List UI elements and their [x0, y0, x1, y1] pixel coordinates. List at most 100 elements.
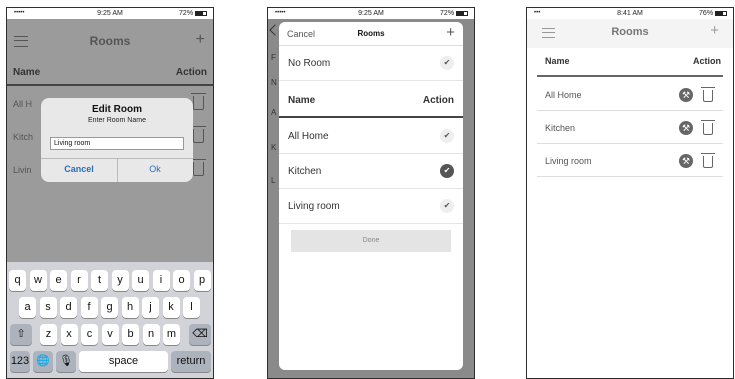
background-text: A — [271, 108, 277, 117]
key-d[interactable]: d — [60, 297, 77, 318]
battery-icon — [456, 10, 468, 16]
key-k[interactable]: k — [162, 297, 180, 318]
column-name: Name — [13, 67, 41, 78]
key-p[interactable]: p — [193, 270, 211, 291]
key-j[interactable]: j — [142, 297, 159, 318]
return-key[interactable]: return — [171, 351, 211, 372]
key-r[interactable]: r — [70, 270, 88, 291]
key-i[interactable]: i — [152, 270, 170, 291]
wrench-icon[interactable]: ⚒ — [679, 121, 693, 135]
item-label: Kitchen — [545, 123, 576, 133]
table-header: Name Action — [537, 48, 723, 77]
list-item[interactable]: Kitchen ✔ — [279, 154, 463, 189]
shift-key[interactable]: ⇧ — [10, 324, 32, 345]
key-s[interactable]: s — [39, 297, 57, 318]
keyboard: q w e r t y u i o p a s d f g h j k l ⇧ z x c v b n m ⌫ 123 🌐 🎙 space re… — [7, 262, 213, 378]
battery-icon — [195, 10, 207, 16]
item-label: All Home — [545, 90, 582, 100]
page-title: Rooms — [89, 34, 131, 48]
check-icon: ✔ — [440, 56, 454, 70]
key-f[interactable]: f — [80, 297, 98, 318]
trash-icon[interactable] — [701, 87, 715, 102]
wrench-icon[interactable]: ⚒ — [679, 88, 693, 102]
item-label: Living room — [288, 201, 340, 212]
status-bar: ••••• 9:25 AM 72% — [7, 8, 213, 19]
key-q[interactable]: q — [9, 270, 26, 291]
battery-indicator: 76% — [699, 10, 727, 17]
key-n[interactable]: n — [142, 324, 160, 345]
trash-icon[interactable] — [701, 153, 715, 168]
key-v[interactable]: v — [101, 324, 119, 345]
key-x[interactable]: x — [60, 324, 78, 345]
item-label: Kitchen — [288, 166, 322, 177]
background-text: N — [271, 78, 277, 87]
trash-icon[interactable] — [191, 126, 206, 143]
cancel-button[interactable]: Cancel — [41, 164, 117, 174]
add-room-button[interactable]: + — [196, 31, 205, 49]
column-name: Name — [288, 95, 316, 106]
key-w[interactable]: w — [29, 270, 47, 291]
sheet-nav-bar: Cancel Rooms + — [279, 22, 463, 46]
key-t[interactable]: t — [91, 270, 108, 291]
key-l[interactable]: l — [183, 297, 200, 318]
globe-key[interactable]: 🌐 — [33, 351, 53, 372]
list-item[interactable]: Kitch — [13, 132, 33, 142]
list-item[interactable]: All Home ✔ — [279, 119, 463, 154]
microphone-key[interactable]: 🎙 — [56, 351, 76, 372]
list-item[interactable]: Living room ⚒ — [537, 145, 723, 177]
done-button[interactable]: Done — [291, 230, 451, 252]
list-item[interactable]: Living room ✔ — [279, 189, 463, 224]
column-name: Name — [545, 56, 570, 66]
edit-room-dialog: Edit Room Enter Room Name Living room Ca… — [41, 98, 193, 182]
battery-icon — [715, 10, 727, 16]
item-label: All Home — [288, 131, 329, 142]
key-h[interactable]: h — [121, 297, 139, 318]
wrench-icon[interactable]: ⚒ — [679, 154, 693, 168]
battery-indicator: 72% — [179, 10, 207, 17]
key-b[interactable]: b — [122, 324, 139, 345]
ok-button[interactable]: Ok — [117, 164, 193, 174]
key-m[interactable]: m — [163, 324, 180, 345]
item-label: No Room — [288, 58, 331, 69]
add-room-button[interactable]: + — [710, 22, 719, 39]
key-y[interactable]: y — [111, 270, 129, 291]
key-g[interactable]: g — [101, 297, 118, 318]
trash-icon[interactable] — [191, 159, 206, 176]
page-title: Rooms — [611, 26, 649, 38]
key-c[interactable]: c — [81, 324, 98, 345]
table-header: Name Action — [279, 82, 463, 118]
nav-bar: Rooms + — [7, 19, 213, 60]
key-o[interactable]: o — [173, 270, 190, 291]
phone-select-room: ••••• 9:25 AM 72% F N A K L Cancel Rooms… — [267, 7, 475, 379]
status-bar: ••••• 9:25 AM 72% — [268, 8, 474, 19]
dialog-title: Edit Room — [92, 104, 142, 115]
key-z[interactable]: z — [40, 324, 57, 345]
room-picker-sheet: Cancel Rooms + No Room ✔ Name Action All… — [279, 22, 463, 370]
list-item-no-room[interactable]: No Room ✔ — [279, 46, 463, 81]
delete-key[interactable]: ⌫ — [189, 324, 211, 345]
room-name-input[interactable]: Living room — [50, 137, 184, 150]
list-item[interactable]: All H — [13, 99, 32, 109]
list-item[interactable]: All Home ⚒ — [537, 79, 723, 111]
trash-icon[interactable] — [701, 120, 715, 135]
space-key[interactable]: space — [79, 351, 168, 372]
phone-rooms-list: ••• 8:41 AM 76% Rooms + Name Action All … — [526, 7, 734, 379]
check-icon: ✔ — [440, 199, 454, 213]
background-text: K — [271, 143, 277, 152]
check-icon: ✔ — [440, 129, 454, 143]
key-u[interactable]: u — [132, 270, 149, 291]
sheet-title: Rooms — [357, 29, 385, 38]
status-bar: ••• 8:41 AM 76% — [527, 8, 733, 19]
item-label: Living room — [545, 156, 592, 166]
dialog-subtitle: Enter Room Name — [88, 117, 146, 124]
numbers-key[interactable]: 123 — [10, 351, 30, 372]
add-room-button[interactable]: + — [446, 24, 455, 41]
key-a[interactable]: a — [19, 297, 36, 318]
trash-icon[interactable] — [191, 93, 206, 110]
background-text: F — [271, 53, 276, 62]
key-e[interactable]: e — [50, 270, 67, 291]
battery-indicator: 72% — [440, 10, 468, 17]
nav-bar: Rooms + — [527, 19, 733, 48]
list-item[interactable]: Livin — [13, 165, 32, 175]
list-item[interactable]: Kitchen ⚒ — [537, 112, 723, 144]
